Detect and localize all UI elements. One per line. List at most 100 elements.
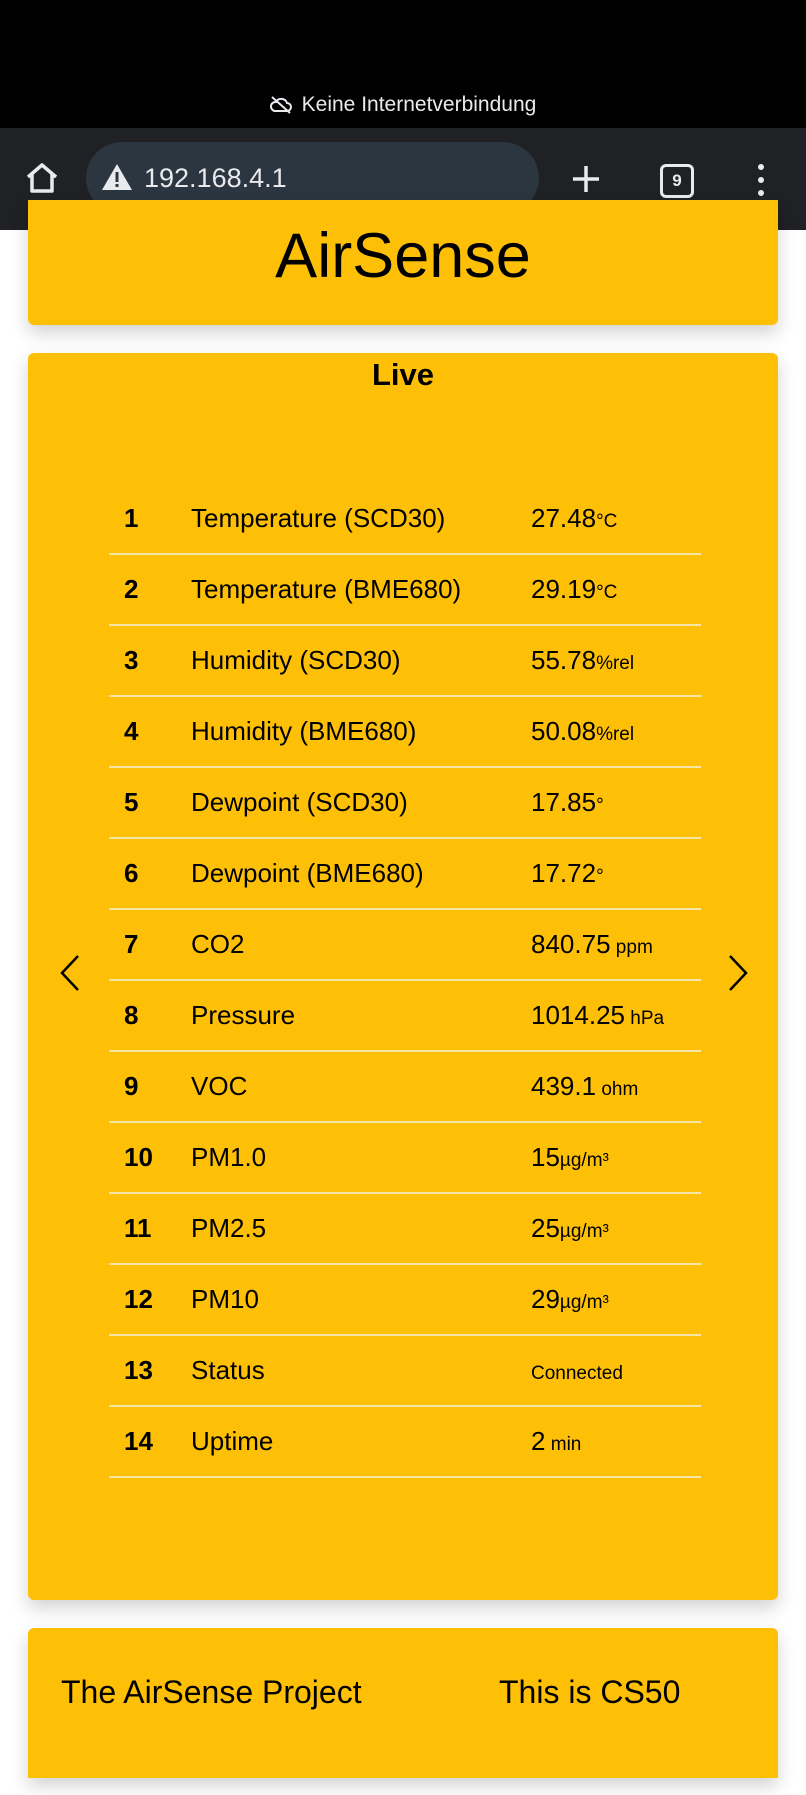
row-index: 9 [109, 1051, 191, 1123]
sensor-value: 55.78%rel [531, 625, 701, 697]
value-number: 840.75 [531, 929, 611, 959]
table-row: 13 Status Connected [109, 1335, 701, 1407]
tab-switcher-icon[interactable]: 9 [660, 164, 694, 198]
footer-card: The AirSense Project This is CS50 [28, 1628, 778, 1778]
value-number: 50.08 [531, 716, 597, 746]
sensor-value: Connected [531, 1335, 701, 1407]
sensor-name: Temperature (SCD30) [191, 484, 531, 555]
table-row: 6 Dewpoint (BME680) 17.72° [109, 838, 701, 910]
row-index: 3 [109, 625, 191, 697]
sensor-name: Pressure [191, 980, 531, 1052]
sensor-value: 50.08%rel [531, 696, 701, 768]
header-card: AirSense [28, 200, 778, 325]
cloud-off-icon [269, 96, 292, 120]
sensor-name: VOC [191, 1051, 531, 1123]
sensor-value: 840.75 ppm [531, 909, 701, 981]
sensor-name: PM2.5 [191, 1193, 531, 1265]
sensor-name: Status [191, 1335, 531, 1407]
sensor-name: Uptime [191, 1406, 531, 1478]
chevron-left-icon[interactable] [58, 953, 82, 998]
value-number: Connected [531, 1363, 623, 1384]
table-row: 4 Humidity (BME680) 50.08%rel [109, 696, 701, 768]
row-index: 2 [109, 554, 191, 626]
sensor-name: PM10 [191, 1264, 531, 1336]
table-row: 3 Humidity (SCD30) 55.78%rel [109, 625, 701, 697]
row-index: 8 [109, 980, 191, 1052]
value-unit: °C [596, 582, 618, 603]
value-unit: ° [596, 795, 604, 816]
row-index: 5 [109, 767, 191, 839]
row-index: 10 [109, 1122, 191, 1194]
value-number: 25 [531, 1213, 560, 1243]
value-unit: min [545, 1434, 582, 1455]
chevron-right-icon[interactable] [726, 953, 750, 998]
value-unit: ° [596, 866, 604, 887]
value-number: 17.72 [531, 858, 597, 888]
sensor-value: 29µg/m³ [531, 1264, 701, 1336]
table-row: 11 PM2.5 25µg/m³ [109, 1193, 701, 1265]
table-row: 2 Temperature (BME680) 29.19°C [109, 554, 701, 626]
sensor-name: Dewpoint (BME680) [191, 838, 531, 910]
value-unit: µg/m³ [559, 1221, 609, 1242]
value-unit: ppm [610, 937, 653, 958]
sensor-value: 17.72° [531, 838, 701, 910]
row-index: 11 [109, 1193, 191, 1265]
value-number: 27.48 [531, 503, 597, 533]
row-index: 7 [109, 909, 191, 981]
table-row: 7 CO2 840.75 ppm [109, 909, 701, 981]
value-number: 2 [531, 1426, 546, 1456]
plus-icon[interactable] [570, 163, 602, 200]
network-status-text: Keine Internetverbindung [301, 93, 537, 116]
table-row: 14 Uptime 2 min [109, 1406, 701, 1478]
table-row: 12 PM10 29µg/m³ [109, 1264, 701, 1336]
table-row: 9 VOC 439.1 ohm [109, 1051, 701, 1123]
home-icon[interactable] [24, 160, 60, 201]
sensor-name: Humidity (SCD30) [191, 625, 531, 697]
value-number: 439.1 [531, 1071, 597, 1101]
row-index: 4 [109, 696, 191, 768]
warning-icon[interactable] [100, 162, 134, 197]
table-row: 1 Temperature (SCD30) 27.48°C [109, 484, 701, 555]
page-title: AirSense [275, 221, 531, 291]
row-index: 14 [109, 1406, 191, 1478]
sensor-value: 27.48°C [531, 484, 701, 555]
section-title: Live [371, 357, 435, 392]
sensor-name: CO2 [191, 909, 531, 981]
sensor-name: Dewpoint (SCD30) [191, 767, 531, 839]
value-number: 15 [531, 1142, 560, 1172]
sensor-value: 25µg/m³ [531, 1193, 701, 1265]
status-bar: Keine Internetverbindung [0, 0, 806, 128]
value-number: 1014.25 [531, 1000, 625, 1030]
sensor-value: 15µg/m³ [531, 1122, 701, 1194]
sensor-name: Temperature (BME680) [191, 554, 531, 626]
sensor-value: 2 min [531, 1406, 701, 1478]
row-index: 1 [109, 484, 191, 555]
value-unit: µg/m³ [559, 1292, 609, 1313]
value-number: 55.78 [531, 645, 597, 675]
network-status: Keine Internetverbindung [0, 93, 806, 120]
value-unit: ohm [596, 1079, 639, 1100]
row-index: 13 [109, 1335, 191, 1407]
table-row: 5 Dewpoint (SCD30) 17.85° [109, 767, 701, 839]
cs50-link[interactable]: This is CS50 [499, 1674, 680, 1711]
value-number: 29.19 [531, 574, 597, 604]
more-vert-icon[interactable] [758, 164, 764, 203]
value-number: 29 [531, 1284, 560, 1314]
project-link[interactable]: The AirSense Project [61, 1674, 362, 1711]
table-row: 10 PM1.0 15µg/m³ [109, 1122, 701, 1194]
value-unit: °C [596, 511, 618, 532]
sensor-value: 29.19°C [531, 554, 701, 626]
row-index: 12 [109, 1264, 191, 1336]
sensor-value: 17.85° [531, 767, 701, 839]
value-number: 17.85 [531, 787, 597, 817]
value-unit: µg/m³ [559, 1150, 609, 1171]
sensor-value: 439.1 ohm [531, 1051, 701, 1123]
sensor-name: PM1.0 [191, 1122, 531, 1194]
live-card: Live 1 Temperature (SCD30) 27.48°C 2 Tempera… [28, 353, 778, 1600]
url-text[interactable]: 192.168.4.1 [144, 163, 287, 194]
sensor-name: Humidity (BME680) [191, 696, 531, 768]
sensor-value: 1014.25 hPa [531, 980, 701, 1052]
sensor-table: 1 Temperature (SCD30) 27.48°C 2 Temperature … [109, 484, 701, 1478]
table-row: 8 Pressure 1014.25 hPa [109, 980, 701, 1052]
value-unit: hPa [624, 1008, 665, 1029]
